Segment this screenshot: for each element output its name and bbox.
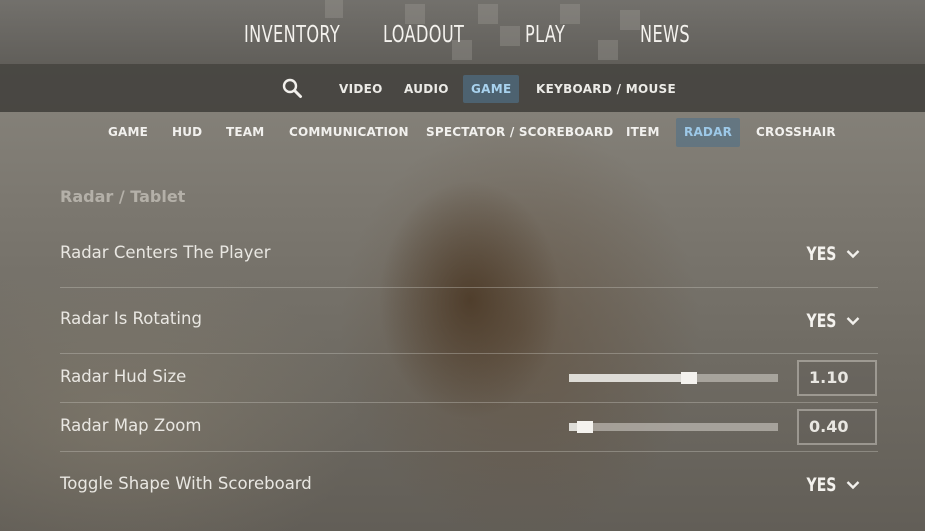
tab-audio[interactable]: AUDIO	[396, 75, 457, 103]
dropdown-value: YES	[806, 310, 836, 332]
bg-tile	[500, 26, 520, 46]
bg-tile	[325, 0, 343, 18]
subtab-crosshair[interactable]: CROSSHAIR	[748, 118, 844, 147]
chevron-down-icon	[846, 481, 860, 490]
nav-inventory[interactable]: INVENTORY	[244, 18, 340, 52]
setting-row-radar-map-zoom: Radar Map Zoom 0.40	[60, 403, 878, 452]
subtab-game[interactable]: GAME	[100, 118, 156, 147]
setting-row-radar-centers: Radar Centers The Player YES	[60, 222, 878, 288]
setting-label: Radar Hud Size	[60, 367, 187, 386]
radar-map-zoom-input[interactable]: 0.40	[797, 409, 877, 445]
radar-map-zoom-slider[interactable]	[569, 421, 778, 433]
setting-row-radar-hud-size: Radar Hud Size 1.10	[60, 354, 878, 403]
setting-label: Toggle Shape With Scoreboard	[60, 474, 312, 493]
slider-handle[interactable]	[681, 372, 697, 384]
setting-row-radar-rotating: Radar Is Rotating YES	[60, 288, 878, 354]
search-icon[interactable]	[280, 76, 304, 100]
nav-play[interactable]: PLAY	[525, 18, 565, 52]
tab-game[interactable]: GAME	[463, 75, 520, 103]
bg-tile	[478, 4, 498, 24]
setting-label: Radar Map Zoom	[60, 416, 202, 435]
subtab-radar[interactable]: RADAR	[676, 118, 741, 147]
subtab-spectator-scoreboard[interactable]: SPECTATOR / SCOREBOARD	[418, 118, 621, 147]
radar-hud-size-slider[interactable]	[569, 372, 778, 384]
nav-loadout[interactable]: LOADOUT	[383, 18, 464, 52]
subtab-item[interactable]: ITEM	[618, 118, 668, 147]
dropdown-value: YES	[806, 474, 836, 496]
subtab-communication[interactable]: COMMUNICATION	[281, 118, 417, 147]
tab-keyboard-mouse[interactable]: KEYBOARD / MOUSE	[528, 75, 684, 103]
radar-rotating-dropdown[interactable]: YES	[800, 308, 860, 334]
subtab-hud[interactable]: HUD	[164, 118, 210, 147]
nav-news[interactable]: NEWS	[640, 18, 690, 52]
setting-row-toggle-shape: Toggle Shape With Scoreboard YES	[60, 452, 878, 518]
main-nav: INVENTORY LOADOUT PLAY NEWS	[0, 0, 925, 64]
toggle-shape-dropdown[interactable]: YES	[800, 472, 860, 498]
chevron-down-icon	[846, 317, 860, 326]
setting-label: Radar Centers The Player	[60, 243, 271, 262]
setting-label: Radar Is Rotating	[60, 309, 202, 328]
bg-tile	[620, 10, 640, 30]
radar-centers-dropdown[interactable]: YES	[800, 241, 860, 267]
slider-fill	[569, 374, 689, 382]
chevron-down-icon	[846, 250, 860, 259]
section-title: Radar / Tablet	[60, 187, 186, 206]
subtab-team[interactable]: TEAM	[218, 118, 272, 147]
dropdown-value: YES	[806, 243, 836, 265]
slider-handle[interactable]	[577, 421, 593, 433]
bg-tile	[598, 40, 618, 60]
radar-hud-size-input[interactable]: 1.10	[797, 360, 877, 396]
tab-video[interactable]: VIDEO	[331, 75, 391, 103]
